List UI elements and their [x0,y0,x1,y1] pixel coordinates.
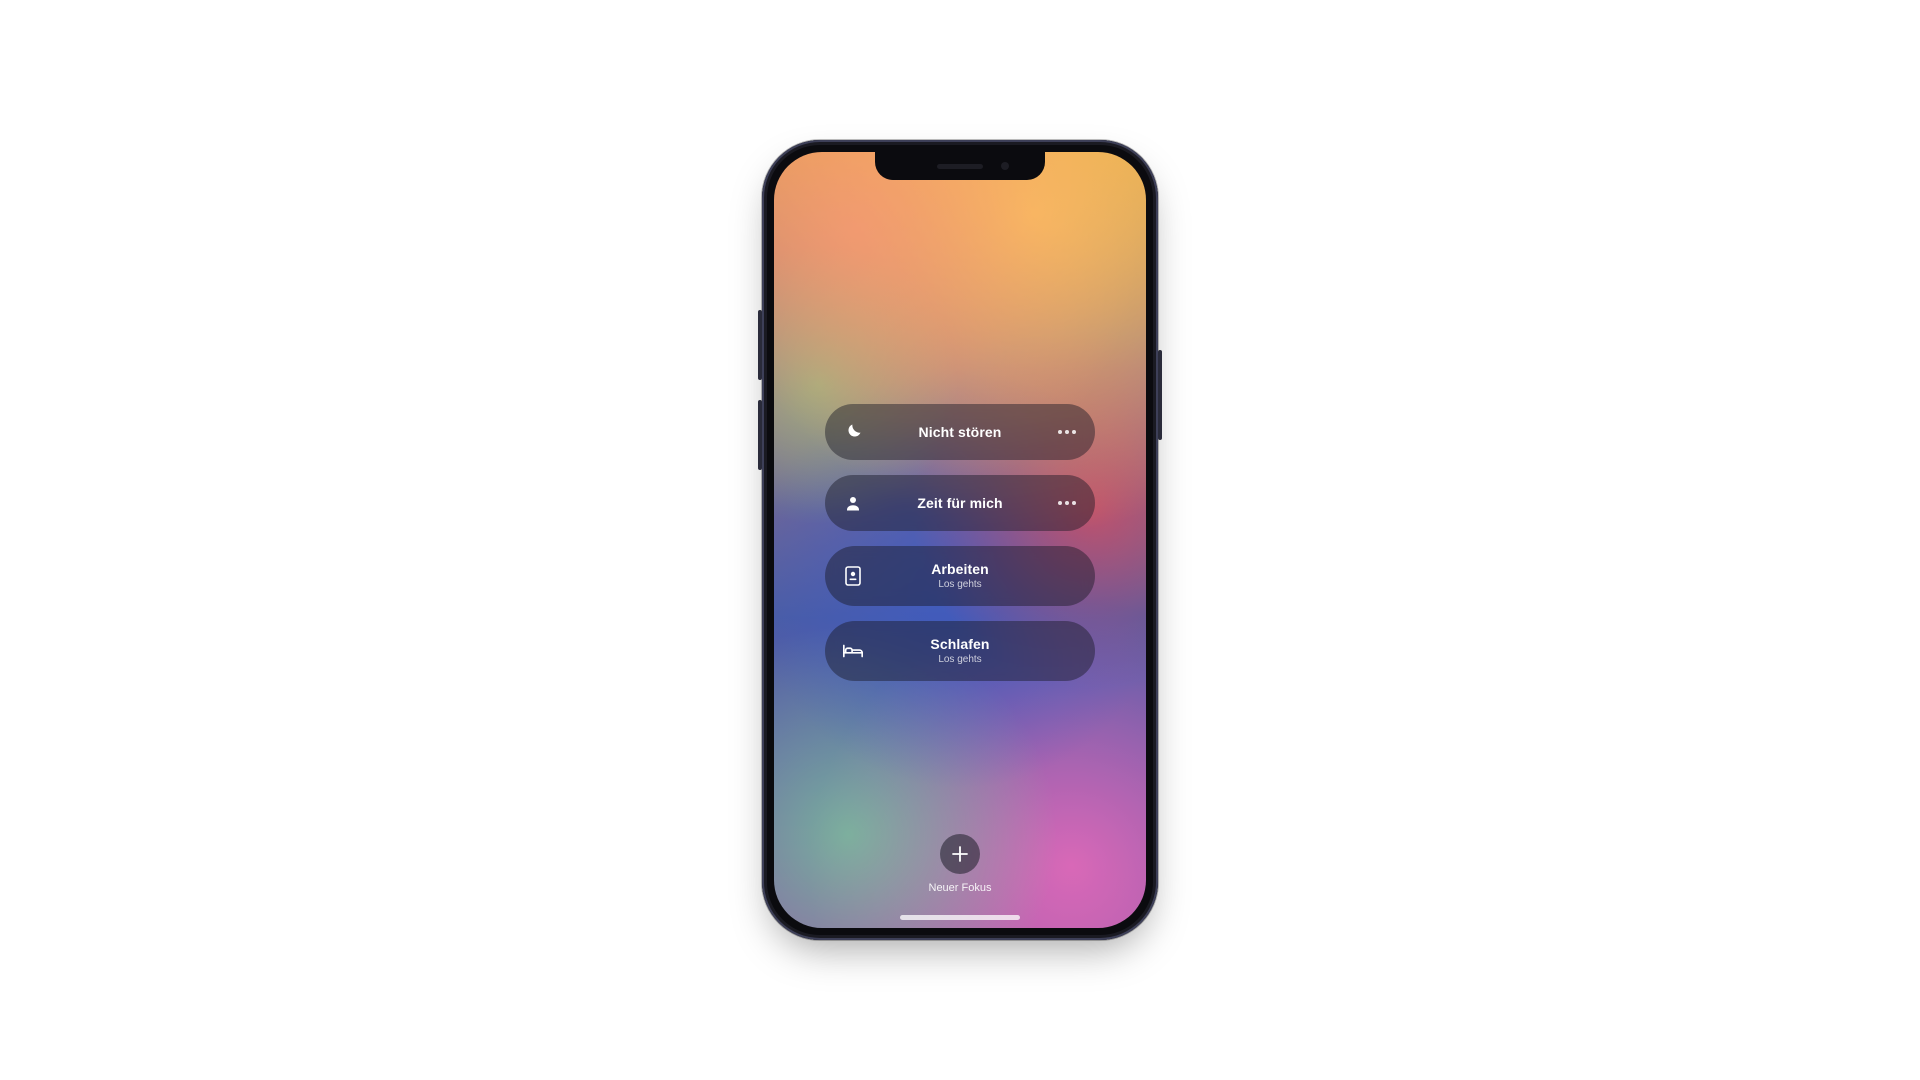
focus-item-subtitle: Los gehts [881,579,1039,591]
phone-notch [875,152,1045,180]
phone-screen: Nicht stören Zeit für mich [774,152,1146,928]
moon-icon [825,422,881,442]
focus-item-more-button[interactable] [1039,500,1095,506]
focus-overlay: Nicht stören Zeit für mich [774,152,1146,928]
speaker-grill [937,164,983,169]
focus-item-do-not-disturb[interactable]: Nicht stören [825,404,1095,460]
front-camera [1001,162,1009,170]
bed-icon [825,643,881,659]
focus-item-personal[interactable]: Zeit für mich [825,475,1095,531]
phone-frame: Nicht stören Zeit für mich [762,140,1158,940]
new-focus: Neuer Fokus [774,834,1146,894]
home-indicator[interactable] [900,915,1020,920]
focus-list: Nicht stören Zeit für mich [825,404,1095,681]
focus-item-label: Zeit für mich [881,495,1039,511]
stage: Nicht stören Zeit für mich [0,0,1920,1080]
focus-item-sleep[interactable]: Schlafen Los gehts [825,621,1095,681]
person-icon [825,494,881,512]
badge-icon [825,566,881,586]
focus-item-label: Arbeiten [881,561,1039,577]
plus-icon [952,846,968,862]
focus-item-label: Schlafen [881,636,1039,652]
focus-item-work[interactable]: Arbeiten Los gehts [825,546,1095,606]
focus-item-subtitle: Los gehts [881,654,1039,666]
new-focus-button[interactable] [940,834,980,874]
focus-item-more-button[interactable] [1039,429,1095,435]
focus-item-label: Nicht stören [881,424,1039,440]
new-focus-label: Neuer Fokus [929,882,992,894]
